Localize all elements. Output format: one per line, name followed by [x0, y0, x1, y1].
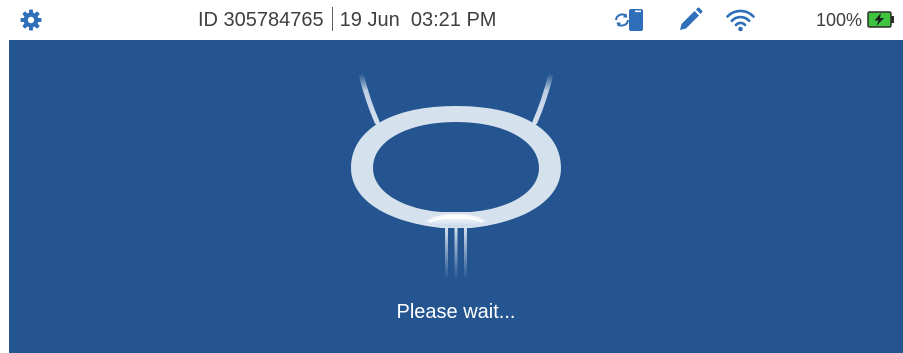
gear-icon[interactable] — [20, 9, 42, 31]
device-id: ID 305784765 — [198, 9, 324, 31]
wait-message: Please wait... — [396, 301, 516, 323]
main-panel: Please wait... — [9, 40, 903, 353]
device-info: ID 305784765 19 Jun 03:21 PM — [198, 7, 496, 33]
status-bar: ID 305784765 19 Jun 03:21 PM 100% — [0, 0, 903, 40]
battery-charging-icon — [867, 11, 895, 28]
bladder-icon — [341, 71, 571, 282]
device-sync-icon — [613, 7, 646, 33]
battery-percent: 100% — [816, 10, 863, 30]
wifi-icon — [725, 8, 756, 32]
divider — [331, 7, 333, 31]
pencil-icon[interactable] — [678, 7, 703, 33]
datetime: 19 Jun 03:21 PM — [339, 9, 497, 31]
